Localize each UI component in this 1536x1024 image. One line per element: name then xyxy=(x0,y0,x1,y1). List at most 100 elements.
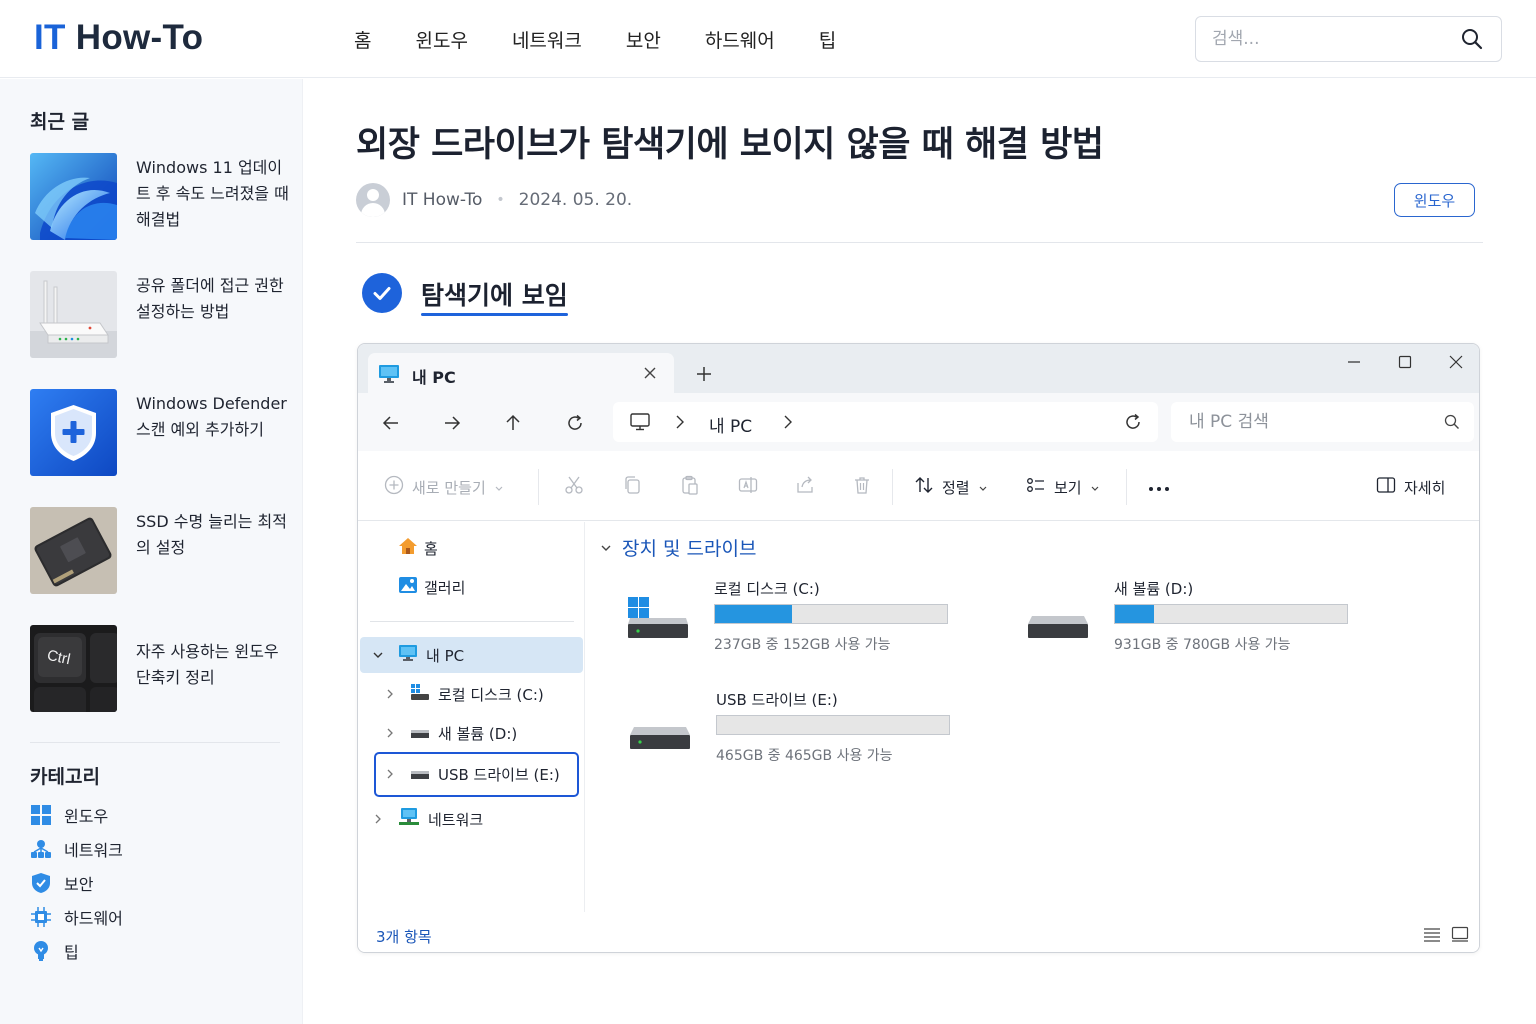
category-label: 팁 xyxy=(64,943,79,962)
author-avatar xyxy=(356,183,390,217)
nav-pane-network[interactable]: 네트워크 xyxy=(372,801,483,837)
monitor-icon xyxy=(378,364,400,388)
nav-pane-drive-d[interactable]: 새 볼륨 (D:) xyxy=(384,715,517,751)
nav-windows[interactable]: 윈도우 xyxy=(415,26,467,53)
up-arrow-icon[interactable] xyxy=(502,412,524,434)
address-field[interactable]: 내 PC xyxy=(613,402,1158,442)
nav-pane-label: 로컬 디스크 (C:) xyxy=(438,685,544,704)
author-name[interactable]: IT How-To xyxy=(402,190,482,210)
drive-usage-bar xyxy=(716,715,950,735)
nav-pane-this-pc[interactable]: 내 PC xyxy=(372,637,464,673)
rename-button[interactable] xyxy=(738,475,758,499)
search-icon[interactable] xyxy=(1444,414,1460,434)
sort-button[interactable]: 정렬 xyxy=(914,475,988,499)
category-item-windows[interactable]: 윈도우 xyxy=(30,802,108,828)
explorer-search-input[interactable] xyxy=(1189,411,1429,433)
copy-icon xyxy=(622,475,642,499)
drive-tile-c[interactable]: 로컬 디스크 (C:) 237GB 중 152GB 사용 가능 xyxy=(626,578,986,668)
toolbar-separator xyxy=(538,469,539,505)
delete-button[interactable] xyxy=(852,475,872,499)
copy-button[interactable] xyxy=(622,475,642,499)
chip-icon xyxy=(30,906,52,928)
drive-tile-e[interactable]: USB 드라이브 (E:) 465GB 중 465GB 사용 가능 xyxy=(628,689,988,779)
drive-tile-d[interactable]: 새 볼륨 (D:) 931GB 중 780GB 사용 가능 xyxy=(1026,578,1386,668)
site-logo[interactable]: IT How-To xyxy=(34,18,203,58)
chevron-right-icon[interactable] xyxy=(673,414,687,434)
site-search-input[interactable] xyxy=(1212,27,1442,51)
view-button[interactable]: 보기 xyxy=(1026,475,1100,499)
close-icon[interactable] xyxy=(640,363,660,383)
category-label: 윈도우 xyxy=(64,807,109,826)
tab-title: 내 PC xyxy=(412,368,456,387)
recent-post-title: 공유 폴더에 접근 권한 설정하는 방법 xyxy=(136,276,284,321)
search-icon[interactable] xyxy=(1461,28,1483,54)
nav-network[interactable]: 네트워크 xyxy=(512,26,582,53)
nav-pane-label: 홈 xyxy=(424,539,438,558)
drive-size-text: 931GB 중 780GB 사용 가능 xyxy=(1114,637,1291,653)
details-pane-button[interactable]: 자세히 xyxy=(1376,475,1445,499)
status-underline xyxy=(421,313,568,316)
category-item-hardware[interactable]: 하드웨어 xyxy=(30,904,123,930)
window-close-icon[interactable] xyxy=(1443,352,1469,372)
group-header-label: 장치 및 드라이브 xyxy=(622,538,757,560)
explorer-status-bar: 3개 항목 xyxy=(358,912,1479,952)
more-options-button[interactable] xyxy=(1148,475,1170,499)
cut-button[interactable] xyxy=(564,475,584,499)
share-button[interactable] xyxy=(795,475,815,499)
maximize-icon[interactable] xyxy=(1392,352,1418,372)
forward-arrow-icon[interactable] xyxy=(441,412,463,434)
sort-label: 정렬 xyxy=(942,478,970,497)
ctrl-key-thumbnail: Ctrl xyxy=(30,625,117,712)
chevron-right-icon[interactable] xyxy=(372,813,384,825)
category-badge[interactable]: 윈도우 xyxy=(1394,183,1475,217)
chevron-right-icon[interactable] xyxy=(781,414,795,434)
check-circle-icon xyxy=(362,273,402,313)
sidebar: 최근 글 Windows 11 업데이트 후 속도 느려졌을 때 해결법 공유 … xyxy=(0,79,303,1024)
recent-post[interactable]: 공유 폴더에 접근 권한 설정하는 방법 xyxy=(30,271,292,359)
category-item-tips[interactable]: 팁 xyxy=(30,938,79,964)
share-icon xyxy=(795,475,815,499)
nav-pane-home[interactable]: 홈 xyxy=(398,530,438,566)
chevron-right-icon[interactable] xyxy=(384,688,396,700)
tile-view-icon[interactable] xyxy=(1451,926,1469,946)
recent-post[interactable]: Windows Defender 스캔 예외 추가하기 xyxy=(30,389,292,477)
nav-hardware[interactable]: 하드웨어 xyxy=(705,26,775,53)
list-view-icon[interactable] xyxy=(1423,926,1441,946)
nav-pane-gallery[interactable]: 갤러리 xyxy=(398,569,465,605)
category-item-network[interactable]: 네트워크 xyxy=(30,836,123,862)
chevron-right-icon[interactable] xyxy=(384,768,396,780)
nav-tips[interactable]: 팁 xyxy=(819,26,836,53)
nav-pane-drive-c[interactable]: 로컬 디스크 (C:) xyxy=(384,676,544,712)
minimize-icon[interactable] xyxy=(1341,352,1367,372)
plus-icon[interactable] xyxy=(694,364,714,384)
new-button[interactable]: 새로 만들기 xyxy=(384,475,504,499)
chevron-down-icon xyxy=(600,538,612,557)
view-label: 보기 xyxy=(1054,478,1082,497)
article-title: 외장 드라이브가 탐색기에 보이지 않을 때 해결 방법 xyxy=(356,125,1104,165)
chevron-down-icon[interactable] xyxy=(372,650,384,660)
recent-post[interactable]: Windows 11 업데이트 후 속도 느려졌을 때 해결법 xyxy=(30,153,292,241)
nav-pane-drive-e[interactable]: USB 드라이브 (E:) xyxy=(384,756,560,792)
nav-security[interactable]: 보안 xyxy=(626,26,661,53)
nav-home[interactable]: 홈 xyxy=(354,26,371,53)
group-header[interactable]: 장치 및 드라이브 xyxy=(600,534,756,561)
explorer-command-bar: 새로 만들기 정렬 보기 자세히 xyxy=(358,451,1479,521)
nav-pane-divider xyxy=(370,621,574,622)
recent-post[interactable]: SSD 수명 늘리는 최적의 설정 xyxy=(30,507,292,595)
drive-usage-bar xyxy=(1114,604,1348,624)
chevron-right-icon[interactable] xyxy=(384,727,396,739)
back-arrow-icon[interactable] xyxy=(380,412,402,434)
refresh-icon[interactable] xyxy=(1123,412,1143,436)
paste-button[interactable] xyxy=(680,475,700,499)
category-item-security[interactable]: 보안 xyxy=(30,870,93,896)
recent-post-title: SSD 수명 늘리는 최적의 설정 xyxy=(136,512,287,557)
refresh-icon[interactable] xyxy=(564,412,586,434)
drive-usage-fill xyxy=(715,605,792,623)
recent-post[interactable]: Ctrl 자주 사용하는 윈도우 단축키 정리 xyxy=(30,625,292,713)
details-label: 자세히 xyxy=(1404,478,1446,497)
drive-name: 로컬 디스크 (C:) xyxy=(714,580,820,598)
address-crumb[interactable]: 내 PC xyxy=(709,412,752,437)
explorer-tab[interactable]: 내 PC xyxy=(368,353,674,394)
item-count: 3개 항목 xyxy=(376,928,432,946)
explorer-content: 장치 및 드라이브 로컬 디스크 (C:) 237GB 중 152GB 사용 가… xyxy=(586,522,1479,912)
